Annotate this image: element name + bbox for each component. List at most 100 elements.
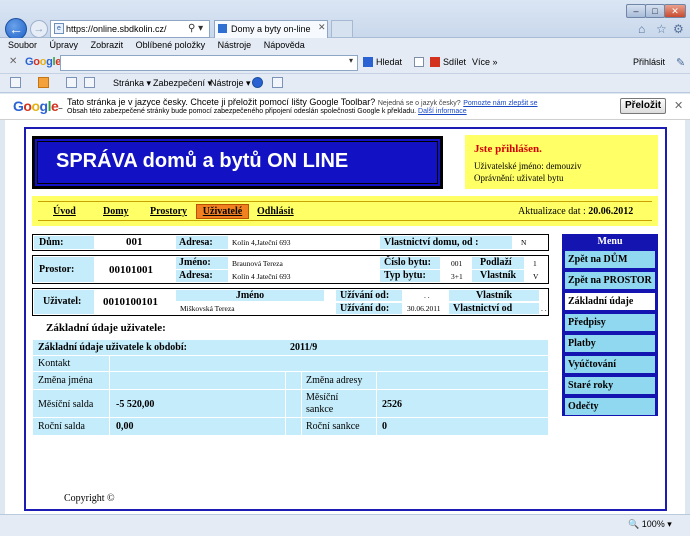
browser-tab[interactable]: Domy a byty on-line: [214, 20, 328, 38]
menu-back-to-space[interactable]: Zpět na PROSTOR: [564, 271, 656, 290]
share-button[interactable]: Sdílet: [443, 57, 466, 67]
chevron-down-icon[interactable]: ▾: [349, 56, 353, 65]
annual-penalty-label: Roční sankce: [306, 421, 360, 432]
security-menu[interactable]: Zabezpečení ▾: [153, 78, 212, 89]
nav-uzivatele[interactable]: Uživatelé: [196, 204, 249, 219]
menu-prescriptions[interactable]: Předpisy: [564, 313, 656, 332]
table-row-changes: [33, 372, 548, 389]
menu-upravy[interactable]: Úpravy: [50, 40, 79, 50]
user-label: Uživatel:: [34, 290, 94, 314]
flat-number-label: Číslo bytu:: [380, 257, 440, 269]
menu-basic-data[interactable]: Základní údaje: [564, 292, 656, 311]
help-improve-link[interactable]: Pomozte nám zlepšit se: [463, 100, 537, 107]
help-icon[interactable]: [252, 77, 263, 88]
menu-old-years[interactable]: Staré roky: [564, 376, 656, 395]
floor-label: Podlaží: [472, 257, 524, 269]
rss-feed-icon[interactable]: [38, 77, 49, 88]
not-czech-text: Nejedná se o jazyk česky?: [377, 100, 461, 107]
table-divider: [109, 418, 110, 435]
monthly-penalty-label-2: sankce: [306, 404, 334, 415]
menu-billing[interactable]: Vyúčtování: [564, 355, 656, 374]
favorites-star-icon[interactable]: ☆: [656, 22, 667, 36]
menu-payments[interactable]: Platby: [564, 334, 656, 353]
command-bar: [0, 74, 690, 93]
address-search-icon[interactable]: ⚲ ▾: [188, 23, 203, 34]
toolbar-close-icon[interactable]: ✕: [9, 56, 17, 67]
user-name-header: Jméno: [176, 290, 324, 301]
menu-napoveda[interactable]: Nápověda: [264, 40, 305, 50]
tab-favicon-icon: [218, 24, 227, 33]
page-menu[interactable]: Stránka ▾: [113, 78, 151, 89]
back-arrow-icon[interactable]: ←: [5, 18, 27, 40]
page-title: SPRÁVA domů a bytů ON LINE: [56, 150, 349, 172]
menu-soubor[interactable]: Soubor: [8, 40, 37, 50]
zoom-control[interactable]: 🔍 100% ▾: [628, 519, 672, 530]
flat-type-label: Typ bytu:: [380, 270, 440, 282]
new-tab-button[interactable]: [331, 20, 353, 37]
nav-uvod[interactable]: Úvod: [53, 206, 76, 217]
translate-message: Tato stránka je v jazyce česky. Chcete j…: [67, 97, 538, 107]
google-search-icon: [363, 57, 373, 67]
window-minimize-button[interactable]: –: [626, 4, 646, 18]
nav-domy[interactable]: Domy: [103, 206, 129, 217]
monthly-penalty: 2526: [382, 399, 402, 410]
table-divider: [301, 418, 302, 435]
flat-type: 3+1: [451, 272, 463, 281]
google-search-input[interactable]: [60, 55, 358, 71]
tab-close-icon[interactable]: ✕: [318, 22, 326, 33]
translate-button[interactable]: Přeložit: [620, 98, 666, 114]
google-search-button[interactable]: Hledat: [376, 57, 402, 67]
table-divider: [109, 356, 110, 371]
menu-zobrazit[interactable]: Zobrazit: [91, 40, 124, 50]
owner-value: V: [533, 272, 539, 281]
share-icon: [430, 57, 440, 67]
monthly-penalty-label-1: Měsíční: [306, 392, 339, 403]
login-status: Jste přihlášen.: [474, 143, 542, 155]
forward-arrow-icon[interactable]: →: [30, 20, 48, 38]
space-owner-name: Braunová Tereza: [232, 259, 283, 268]
signin-button[interactable]: Přihlásit: [633, 57, 665, 67]
gear-icon[interactable]: ⚙: [673, 22, 684, 36]
table-row-annual: [33, 418, 548, 435]
extension-icon[interactable]: [272, 77, 283, 88]
copyright: Copyright ©: [64, 493, 115, 504]
menu-back-to-house[interactable]: Zpět na DŮM: [564, 250, 656, 269]
use-from: . .: [424, 291, 430, 300]
side-menu-title: Menu: [597, 236, 623, 247]
window-close-button[interactable]: ✕: [664, 4, 686, 18]
data-update-info: Aktualizace dat : 20.06.2012: [518, 206, 634, 217]
print-icon[interactable]: [84, 77, 95, 88]
site-favicon-icon: e: [54, 23, 64, 34]
menu-oblibene[interactable]: Oblíbené položky: [136, 40, 206, 50]
monthly-balance: -5 520,00: [116, 399, 155, 410]
read-mail-icon[interactable]: [66, 77, 77, 88]
mail-icon[interactable]: [414, 57, 424, 67]
house-label: Dům:: [34, 236, 94, 249]
house-address-label: Adresa:: [176, 236, 228, 249]
menu-nastroje[interactable]: Nástroje: [218, 40, 252, 50]
home-page-icon[interactable]: [10, 77, 21, 88]
nav-odhlasit[interactable]: Odhlásit: [257, 206, 294, 217]
table-divider: [285, 390, 286, 417]
section-title: Základní údaje uživatele:: [46, 322, 166, 334]
home-icon[interactable]: ⌂: [638, 22, 645, 36]
google-translate-logo: Google–: [13, 98, 63, 114]
zoom-icon: 🔍: [628, 519, 640, 529]
infobar-close-icon[interactable]: ✕: [674, 99, 683, 112]
house-number: 001: [126, 236, 143, 248]
nav-prostory[interactable]: Prostory: [150, 206, 187, 217]
tools-menu[interactable]: Nástroje ▾: [210, 78, 251, 89]
user-number: 0010100101: [103, 296, 158, 308]
address-change-label: Změna adresy: [306, 375, 363, 386]
space-address: Kolín 4 Jateční 693: [232, 272, 291, 281]
wrench-icon[interactable]: ✎: [676, 56, 685, 69]
more-button[interactable]: Více »: [472, 57, 498, 67]
window-maximize-button[interactable]: □: [645, 4, 665, 18]
house-address: Kolín 4,Jateční 693: [232, 238, 291, 247]
address-bar[interactable]: https://online.sbdkolin.cz/: [50, 20, 210, 38]
annual-balance-label: Roční salda: [38, 421, 85, 432]
login-permission: Oprávnění: uživatel bytu: [474, 173, 564, 183]
menu-readings[interactable]: Odečty: [564, 397, 656, 416]
table-divider: [376, 390, 377, 417]
more-info-link[interactable]: Další informace: [418, 108, 467, 115]
